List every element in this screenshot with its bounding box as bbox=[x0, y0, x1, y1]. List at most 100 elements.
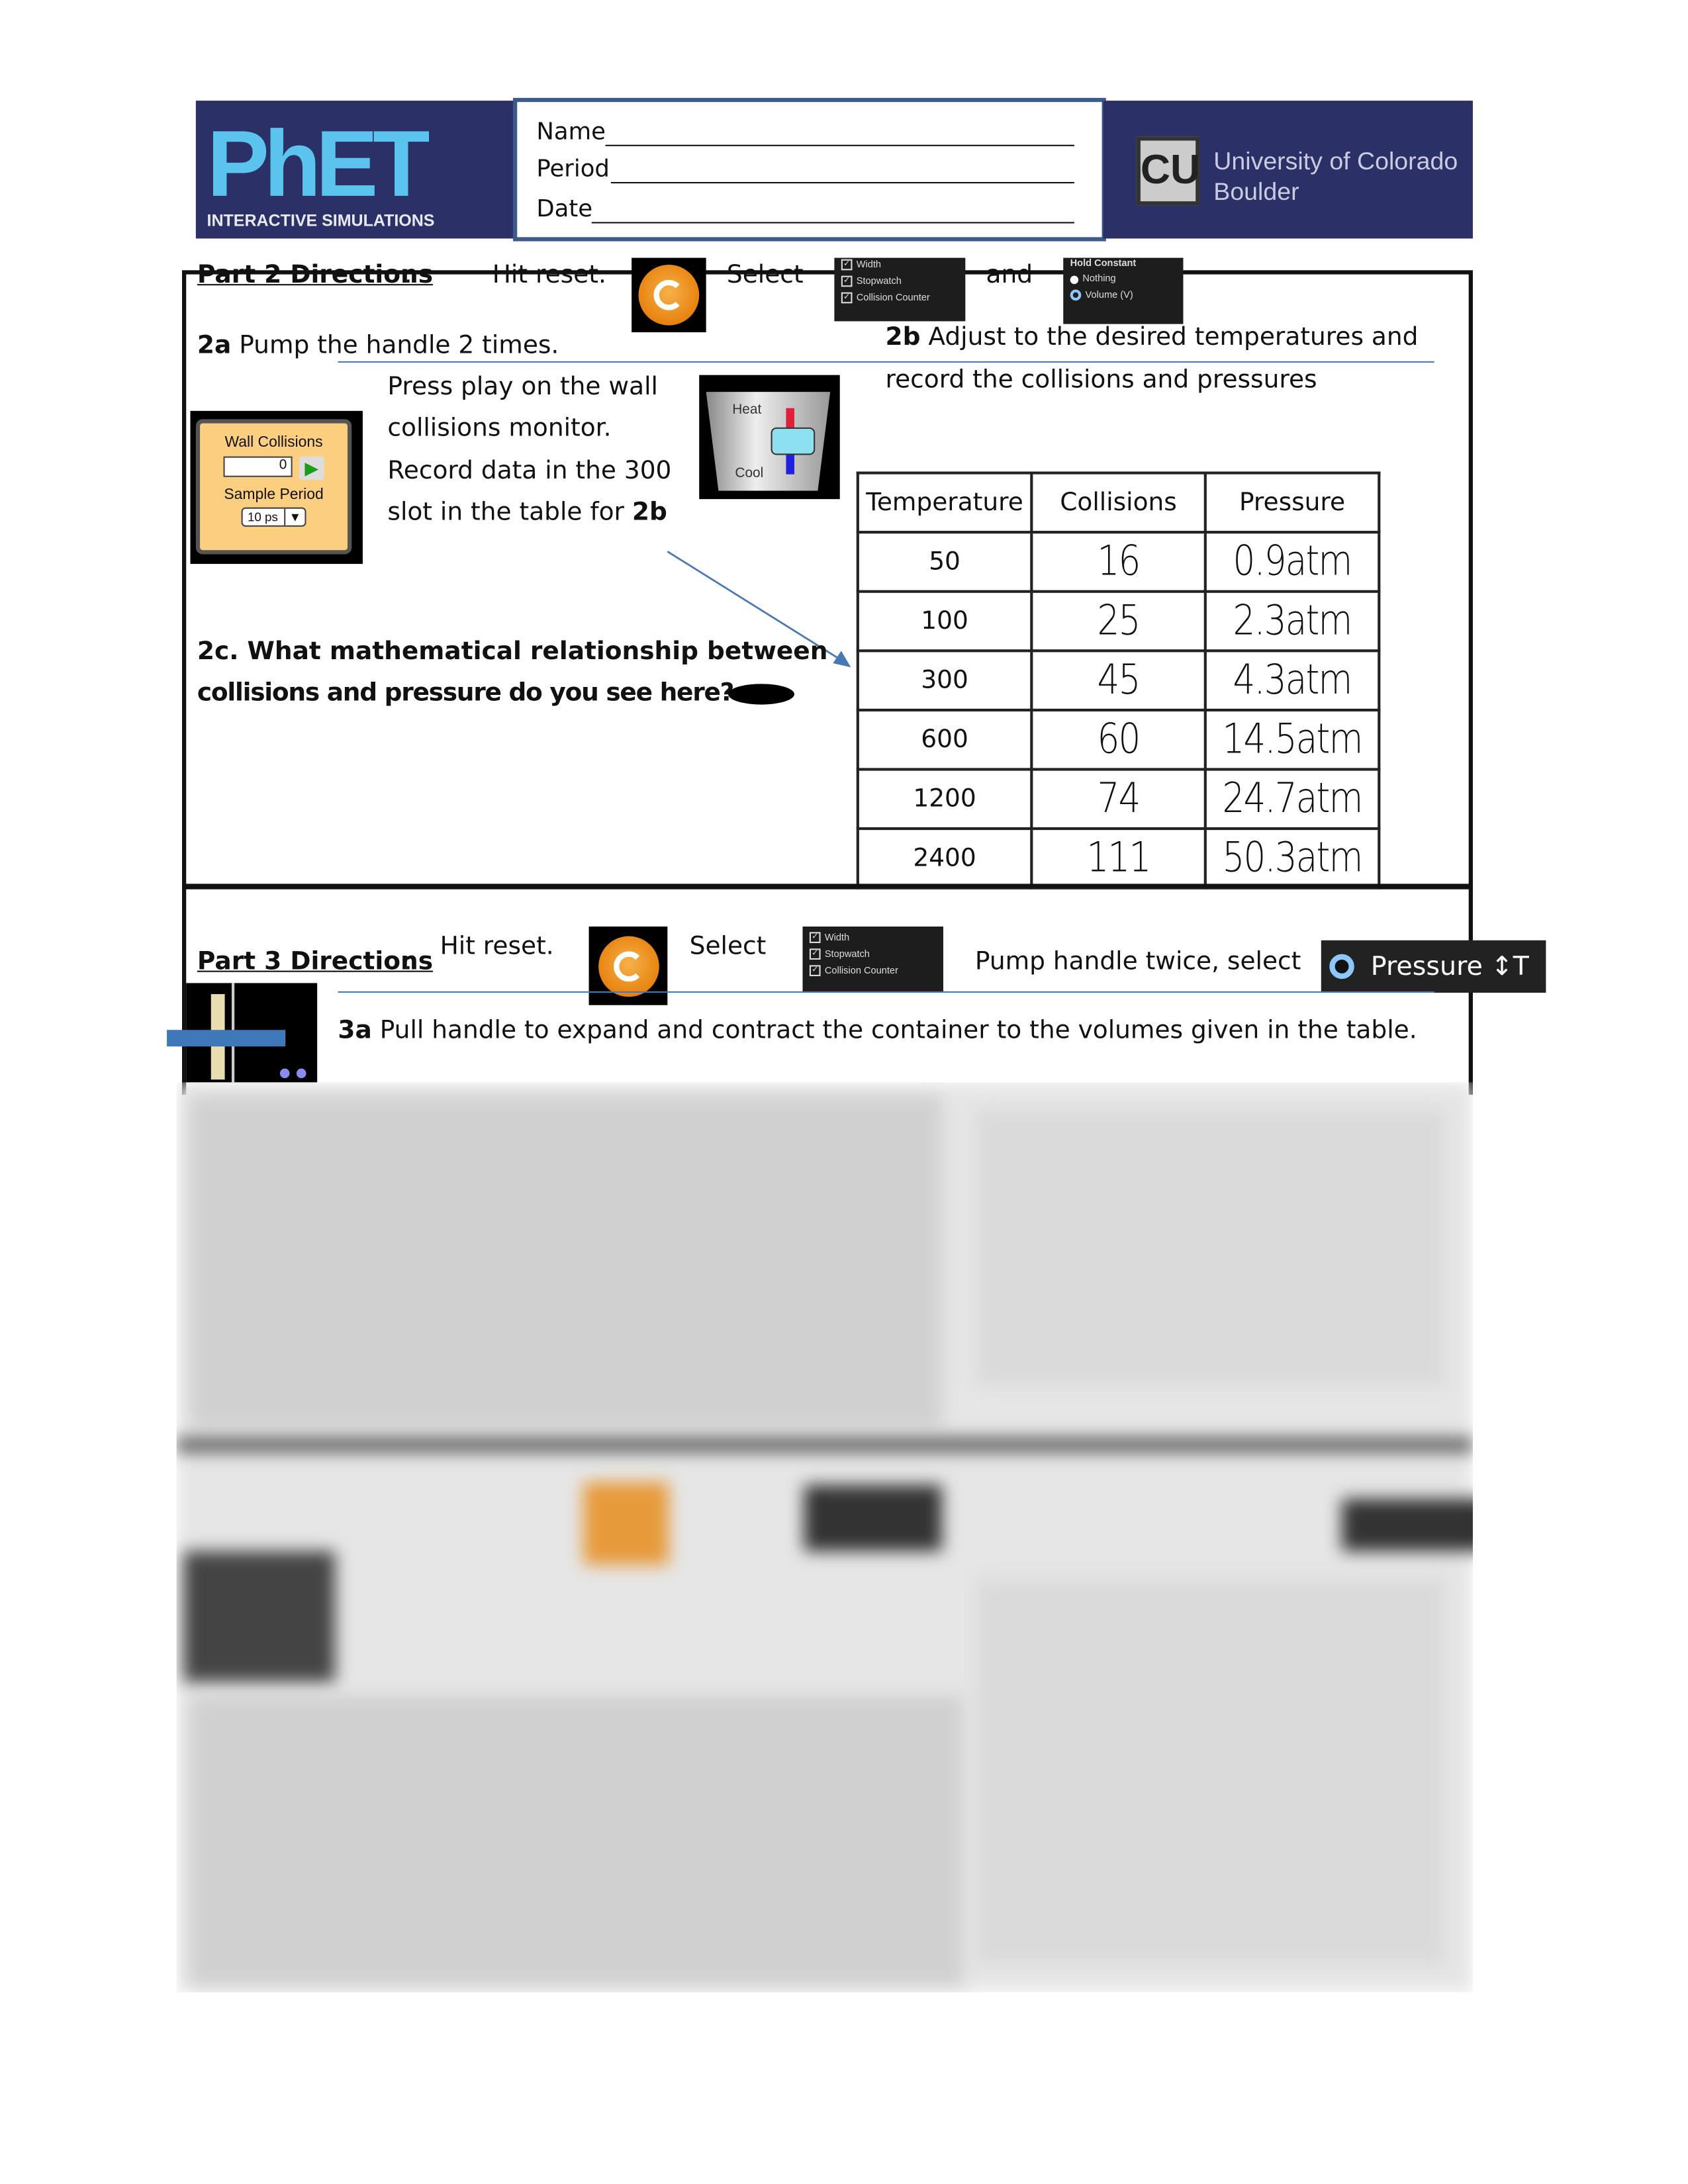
cell-temperature: 300 bbox=[856, 649, 1033, 711]
period-label: Period bbox=[536, 156, 610, 184]
cell-collisions[interactable]: 111 bbox=[1043, 827, 1194, 889]
cell-temperature: 50 bbox=[856, 531, 1033, 593]
name-label: Name bbox=[536, 118, 606, 146]
cell-pressure[interactable]: 14.5atm bbox=[1217, 708, 1368, 771]
checkbox-stopwatch: Stopwatch bbox=[856, 276, 902, 287]
name-field[interactable] bbox=[605, 144, 1074, 146]
part3-select: Select bbox=[689, 932, 767, 962]
table-row: 50 16 0.9atm bbox=[856, 531, 1379, 593]
cell-pressure[interactable]: 4.3atm bbox=[1217, 649, 1368, 711]
instruction-line-3: Record data in the 300 bbox=[387, 456, 672, 486]
cell-collisions[interactable]: 45 bbox=[1043, 649, 1194, 711]
checkbox-icon: ✓ bbox=[841, 292, 853, 304]
checkbox-collision-counter: Collision Counter bbox=[824, 966, 898, 976]
heat-label: Heat bbox=[732, 402, 762, 418]
checkbox-icon: ✓ bbox=[809, 965, 821, 976]
question-2c-line2: collisions and pressure do you see here? bbox=[197, 678, 734, 707]
reset-button-icon bbox=[588, 926, 668, 1005]
step-2b-line2: record the collisions and pressures bbox=[885, 365, 1317, 394]
step-3a: 3a Pull handle to expand and contract th… bbox=[338, 1016, 1417, 1046]
option-nothing: Nothing bbox=[1082, 274, 1116, 285]
container-handle-image bbox=[167, 983, 318, 1083]
header-temperature: Temperature bbox=[856, 471, 1033, 534]
part3-colon: : bbox=[404, 947, 413, 976]
step-2a: 2a Pump the handle 2 times. bbox=[197, 330, 559, 360]
table-row: 1200 74 24.7atm bbox=[856, 768, 1379, 831]
checkbox-icon: ✓ bbox=[841, 259, 853, 271]
checkbox-icon: ✓ bbox=[809, 948, 821, 960]
cell-pressure[interactable]: 24.7atm bbox=[1217, 768, 1368, 831]
heat-cool-control: Heat Cool bbox=[699, 375, 840, 500]
sample-period-select[interactable]: 10 ps ▼ bbox=[240, 507, 307, 527]
checkbox-icon: ✓ bbox=[841, 275, 853, 287]
dropdown-arrow-icon: ▼ bbox=[283, 508, 305, 525]
part2-colon: : bbox=[404, 260, 413, 290]
checkbox-icon: ✓ bbox=[809, 932, 821, 943]
blurred-content bbox=[176, 1082, 1473, 1993]
divider-line bbox=[338, 991, 1434, 993]
pressure-option-label: Pressure ↕T bbox=[1370, 951, 1529, 982]
divider-line bbox=[338, 361, 1434, 363]
header-pressure: Pressure bbox=[1203, 471, 1381, 534]
table-row: 600 60 14.5atm bbox=[856, 708, 1379, 771]
cu-logo-line2: Boulder bbox=[1213, 177, 1299, 206]
phet-logo: PhET INTERACTIVE SIMULATIONS bbox=[195, 101, 513, 239]
cell-temperature: 100 bbox=[856, 590, 1033, 653]
part2-select: Select bbox=[726, 260, 804, 290]
cell-collisions[interactable]: 74 bbox=[1043, 768, 1194, 831]
table-row: 2400 111 50.3atm bbox=[856, 827, 1379, 889]
phet-logo-subtitle: INTERACTIVE SIMULATIONS bbox=[207, 210, 435, 230]
cu-logo-line1: University of Colorado bbox=[1213, 147, 1458, 175]
cell-collisions[interactable]: 16 bbox=[1043, 531, 1194, 593]
cell-temperature: 600 bbox=[856, 708, 1033, 771]
instruction-line-4: slot in the table for 2b bbox=[387, 498, 667, 527]
table-row: 100 25 2.3atm bbox=[856, 590, 1379, 653]
redaction-mark bbox=[727, 684, 794, 705]
sample-period-label: Sample Period bbox=[224, 486, 324, 504]
cell-collisions[interactable]: 60 bbox=[1043, 708, 1194, 771]
collision-count-field: 0 bbox=[223, 456, 293, 477]
cool-label: Cool bbox=[735, 466, 764, 482]
hold-constant-panel: Hold Constant Nothing Volume (V) bbox=[1063, 257, 1184, 324]
student-info-form: Name Period Date bbox=[512, 97, 1106, 242]
part3-heading: Part 3 Directions bbox=[197, 947, 434, 976]
sample-period-value: 10 ps bbox=[247, 510, 278, 524]
play-button[interactable]: ▶ bbox=[299, 456, 324, 480]
cell-pressure[interactable]: 0.9atm bbox=[1217, 531, 1368, 593]
question-2c-line1: 2c. What mathematical relationship betwe… bbox=[197, 637, 828, 666]
checkbox-panel: ✓ Width ✓ Stopwatch ✓ Collision Counter bbox=[802, 926, 943, 993]
header-collisions: Collisions bbox=[1030, 471, 1207, 534]
part2-and: and bbox=[986, 260, 1033, 290]
cu-emblem-icon: CU bbox=[1136, 136, 1200, 206]
cell-collisions[interactable]: 25 bbox=[1043, 590, 1194, 653]
table-row: 300 45 4.3atm bbox=[856, 649, 1379, 711]
cell-pressure[interactable]: 2.3atm bbox=[1217, 590, 1368, 653]
date-field[interactable] bbox=[591, 222, 1074, 224]
cell-pressure[interactable]: 50.3atm bbox=[1217, 827, 1368, 889]
step-2b-line1: 2b Adjust to the desired temperatures an… bbox=[885, 322, 1419, 352]
period-field[interactable] bbox=[610, 181, 1074, 184]
checkbox-panel: ✓ Width ✓ Stopwatch ✓ Collision Counter bbox=[834, 257, 966, 322]
checkbox-width: Width bbox=[856, 259, 882, 270]
radio-selected-icon bbox=[1329, 954, 1354, 979]
instruction-line-1: Press play on the wall bbox=[387, 372, 658, 402]
double-arrow-icon bbox=[167, 1030, 286, 1047]
checkbox-collision-counter: Collision Counter bbox=[856, 293, 930, 303]
radio-icon bbox=[1070, 275, 1079, 284]
cell-temperature: 1200 bbox=[856, 768, 1033, 831]
heat-cool-slider[interactable] bbox=[771, 427, 816, 455]
cu-boulder-logo: CU University of Colorado Boulder bbox=[1103, 101, 1473, 239]
phet-logo-text: PhET bbox=[207, 111, 430, 217]
radio-selected-icon bbox=[1070, 289, 1082, 301]
part3-hit-reset: Hit reset. bbox=[440, 932, 554, 962]
hold-constant-title: Hold Constant bbox=[1070, 259, 1137, 269]
cell-temperature: 2400 bbox=[856, 827, 1033, 889]
option-volume: Volume (V) bbox=[1085, 290, 1133, 300]
pressure-option: Pressure ↕T bbox=[1321, 940, 1546, 993]
part3-pump-instruction: Pump handle twice, select bbox=[974, 947, 1301, 976]
checkbox-stopwatch: Stopwatch bbox=[824, 949, 870, 959]
instruction-line-2: collisions monitor. bbox=[387, 413, 612, 443]
part2-heading: Part 2 Directions bbox=[197, 260, 434, 290]
worksheet-page: PhET INTERACTIVE SIMULATIONS Name Period… bbox=[0, 0, 1688, 2184]
table-header-row: Temperature Collisions Pressure bbox=[856, 471, 1381, 534]
